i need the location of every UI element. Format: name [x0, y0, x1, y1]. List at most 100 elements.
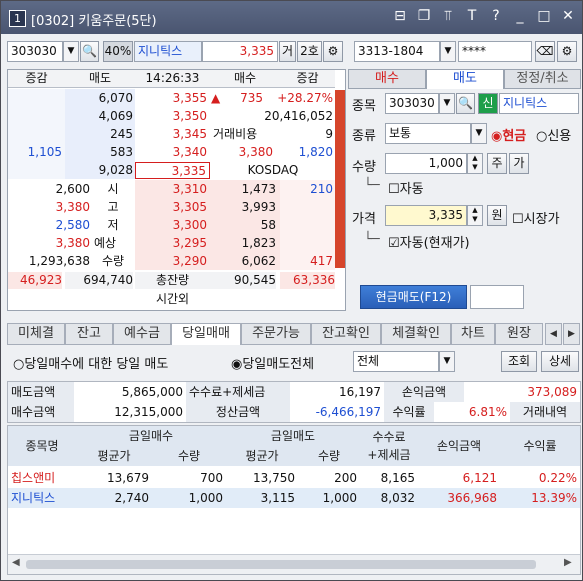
row-pnl: 366,968	[447, 491, 497, 505]
account-select[interactable]: 3313-1804	[354, 41, 440, 62]
tab-ledger[interactable]: 원장	[495, 323, 543, 345]
table-row-selected[interactable]: 지니틱스 2,740 1,000 3,115 1,000 8,032 366,9…	[8, 488, 580, 508]
text-icon[interactable]: T	[464, 8, 480, 24]
title-bar[interactable]: 1 [0302] 키움주문(5단) ⊟ ❐ ⫪ T ? _ □ ✕	[1, 1, 582, 34]
radio-cash[interactable]: ◉현금	[491, 125, 526, 144]
sell-submit-button[interactable]: 현금매도(F12)	[360, 285, 467, 309]
qty-input[interactable]: 1,000	[385, 153, 467, 174]
detail-button[interactable]: 상세	[541, 351, 579, 372]
bid-qty[interactable]: 1,823	[210, 235, 276, 252]
maximize-icon[interactable]: □	[536, 8, 552, 24]
stock-code-dropdown[interactable]: ▼	[63, 41, 79, 62]
high-label: 고	[107, 200, 119, 214]
bid-qty[interactable]: 1,473	[210, 181, 276, 198]
password-input[interactable]: ****	[458, 41, 532, 62]
minimize-icon[interactable]: _	[512, 8, 528, 24]
account-dropdown[interactable]: ▼	[440, 41, 456, 62]
bid-price[interactable]: 3,300	[135, 217, 207, 234]
search-icon[interactable]: 🔍	[456, 93, 475, 114]
tab-sell[interactable]: 매도	[426, 69, 504, 89]
fee-label: 수수료+제세금	[186, 382, 290, 402]
close-icon[interactable]: ✕	[560, 8, 576, 24]
edit-icon[interactable]: ⌫	[535, 41, 555, 62]
after-hours-label[interactable]: 시간외	[135, 291, 210, 308]
query-button[interactable]: 조회	[501, 351, 537, 372]
tab-chart[interactable]: 차트	[451, 323, 495, 345]
tab-daily-trade[interactable]: 당일매매	[171, 323, 241, 345]
geo-button[interactable]: 거	[279, 41, 296, 62]
scroll-left-icon[interactable]: ◀	[12, 557, 20, 568]
tab-order-available[interactable]: 주문가능	[241, 323, 311, 345]
row-setting-button[interactable]: 2호	[297, 41, 322, 62]
bid-price[interactable]: 3,305	[135, 199, 207, 216]
order-code-input[interactable]: 303030	[385, 93, 439, 114]
settings-icon[interactable]: ⚙	[557, 41, 577, 62]
row-sell-avg: 13,750	[253, 471, 295, 485]
radio-credit[interactable]: ○신용	[536, 125, 571, 144]
ask-price[interactable]: 3,355	[135, 90, 207, 107]
gear-icon[interactable]: ⚙	[323, 41, 343, 62]
price-unit-button[interactable]: 원	[487, 205, 507, 226]
radio-all-sell[interactable]: ◉당일매도전체	[231, 353, 314, 372]
market-price-checkbox[interactable]: ☐시장가	[512, 208, 560, 227]
submit-extra-field[interactable]	[470, 285, 524, 309]
pin-icon[interactable]: ⫪	[440, 8, 456, 24]
price-stepper[interactable]: ▲ ▼	[467, 205, 483, 226]
qty-stepper[interactable]: ▲ ▼	[467, 153, 483, 174]
ask-price[interactable]: 3,350	[135, 108, 207, 125]
window-number: 1	[9, 10, 26, 27]
qty-available-button[interactable]: 가	[509, 153, 529, 174]
ask-chg: 1,105	[27, 145, 62, 159]
ask-price[interactable]: 3,340	[135, 144, 207, 161]
auto-current-checkbox[interactable]: ☑자동(현재가)	[388, 232, 470, 251]
copy-icon[interactable]: ❐	[416, 8, 432, 24]
help-icon[interactable]: ?	[488, 8, 504, 24]
tab-deposit[interactable]: 예수금	[113, 323, 171, 345]
qty-unit-button[interactable]: 주	[487, 153, 507, 174]
stock-code-input[interactable]: 303030	[7, 41, 63, 62]
order-type-select[interactable]: 보통	[385, 123, 471, 144]
settle-amount: -6,466,197	[315, 405, 381, 419]
order-type-dropdown[interactable]: ▼	[471, 123, 487, 144]
tab-balance[interactable]: 잔고	[65, 323, 113, 345]
filter-dropdown[interactable]: ▼	[439, 351, 455, 372]
horizontal-scrollbar[interactable]: ◀ ▶	[8, 554, 580, 574]
tab-balance-check[interactable]: 잔고확인	[311, 323, 381, 345]
auto-qty-checkbox[interactable]: ☐자동	[388, 178, 424, 197]
ask-qty[interactable]: 245	[65, 126, 133, 143]
ask-qty[interactable]: 583	[65, 144, 133, 161]
price-input[interactable]: 3,335	[385, 205, 467, 226]
ask-qty[interactable]: 6,070	[65, 90, 133, 107]
order-window: 1 [0302] 키움주문(5단) ⊟ ❐ ⫪ T ? _ □ ✕ 303030…	[0, 0, 583, 581]
row-sell-qty: 1,000	[322, 491, 357, 505]
row-sell-avg: 3,115	[260, 491, 295, 505]
scrollbar-thumb[interactable]	[26, 560, 536, 569]
ask-qty[interactable]: 9,028	[65, 162, 133, 179]
tab-fill-check[interactable]: 체결확인	[381, 323, 451, 345]
tab-scroll-right-icon[interactable]: ▶	[563, 323, 580, 345]
bid-price[interactable]: 3,310	[135, 181, 207, 198]
bid-qty[interactable]: 3,993	[210, 199, 276, 216]
scroll-right-icon[interactable]: ▶	[564, 557, 572, 568]
order-code-dropdown[interactable]: ▼	[439, 93, 455, 114]
bid-price[interactable]: 3,290	[135, 253, 207, 270]
tab-buy[interactable]: 매수	[348, 69, 426, 89]
radio-same-day-buy-label: 당일매수에 대한 당일 매도	[24, 357, 169, 372]
col-fee: 수수료 +제세금	[360, 426, 418, 466]
upper-limit-price: 3,380	[238, 145, 273, 159]
tab-unfilled[interactable]: 미체결	[7, 323, 65, 345]
radio-same-day-buy[interactable]: ○당일매수에 대한 당일 매도	[13, 353, 168, 372]
change-percent: +28.27%	[277, 91, 333, 105]
tab-scroll-left-icon[interactable]: ◀	[545, 323, 562, 345]
ask-price[interactable]: 3,345	[135, 126, 207, 143]
bid-price[interactable]: 3,295	[135, 235, 207, 252]
search-icon[interactable]: 🔍	[80, 41, 99, 62]
tab-modify-cancel[interactable]: 정정/취소	[504, 69, 581, 89]
bid-qty[interactable]: 6,062	[210, 253, 276, 270]
ask-qty[interactable]: 4,069	[65, 108, 133, 125]
history-button[interactable]: 거래내역	[510, 402, 580, 422]
filter-select[interactable]: 전체	[353, 351, 439, 372]
window-layout-icon[interactable]: ⊟	[392, 8, 408, 24]
bid-qty[interactable]: 58	[210, 217, 276, 234]
ask-price-current[interactable]: 3,335	[135, 162, 210, 179]
